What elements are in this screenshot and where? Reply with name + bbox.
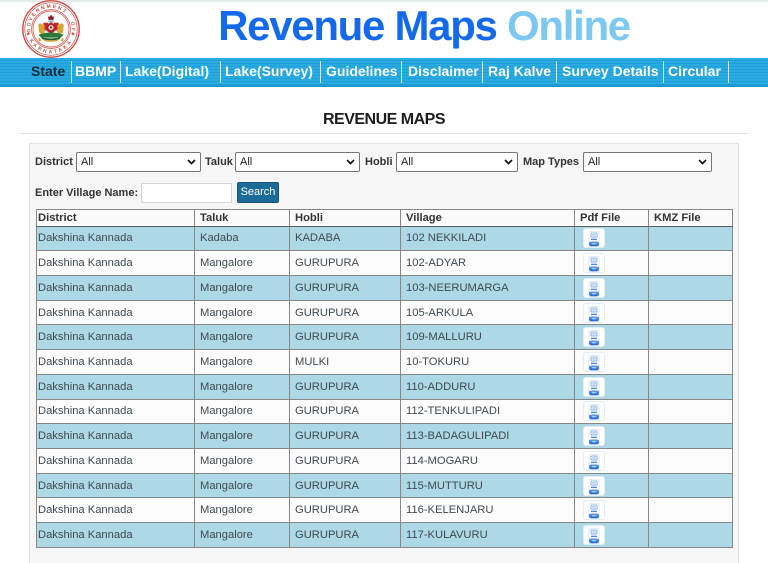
svg-text:★: ★ [26,31,31,38]
svg-text:★: ★ [71,31,76,38]
